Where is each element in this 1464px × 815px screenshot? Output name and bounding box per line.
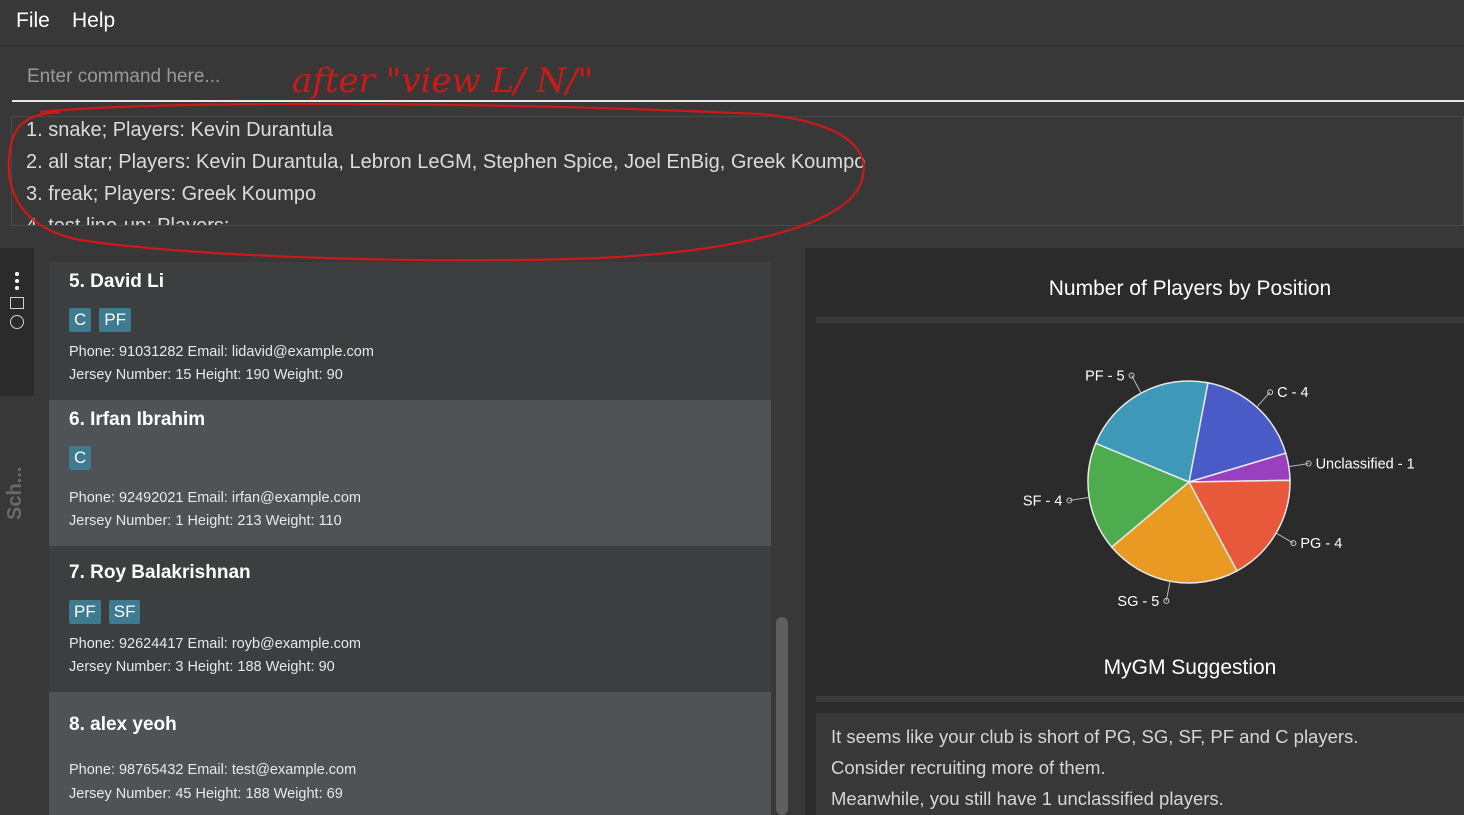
suggestion-line: It seems like your club is short of PG, …	[831, 726, 1359, 747]
player-contact: Phone: 92492021 Email: irfan@example.com	[69, 490, 361, 506]
player-contact: Phone: 91031282 Email: lidavid@example.c…	[69, 344, 374, 360]
position-tag: SF	[108, 600, 141, 624]
position-pie-chart: C - 4 Unclassified - 1 PG - 4 SG - 5 SF - 4 P…	[1023, 368, 1415, 610]
result-line: 1. snake; Players: Kevin Durantula	[26, 119, 333, 141]
pie-slice-label: Unclassified - 1	[1316, 457, 1415, 473]
menu-help[interactable]: Help	[72, 9, 115, 33]
result-line: 3. freak; Players: Greek Koumpo	[26, 183, 317, 205]
chart-title-divider	[816, 317, 1464, 323]
player-stats: Jersey Number: 45 Height: 188 Weight: 69	[69, 786, 343, 802]
pie-slice-label: SG - 5	[1117, 594, 1159, 610]
position-tag: C	[69, 308, 92, 332]
player-card[interactable]: 7. Roy Balakrishnan PF SF Phone: 9262441…	[49, 546, 771, 692]
pie-slice-label: C - 4	[1277, 385, 1308, 401]
player-stats: Jersey Number: 15 Height: 190 Weight: 90	[69, 367, 343, 383]
player-list[interactable]: 5. David Li C PF Phone: 91031282 Email: …	[49, 262, 771, 815]
command-placeholder: Enter command here...	[27, 66, 221, 87]
suggestion-box: It seems like your club is short of PG, …	[816, 713, 1464, 815]
pie-slice-label: PG - 4	[1300, 536, 1342, 552]
chart-title: Number of Players by Position	[1048, 277, 1332, 300]
result-line: 4. test line-up; Players:	[26, 215, 230, 226]
sidebar-inactive-tab[interactable]	[0, 396, 34, 815]
player-card[interactable]: 5. David Li C PF Phone: 91031282 Email: …	[49, 262, 771, 408]
player-icon	[10, 315, 24, 329]
command-input[interactable]: Enter command here...	[12, 56, 1464, 102]
menu-bar: File Help	[0, 0, 1464, 46]
pie-slice-label: PF - 5	[1085, 368, 1124, 384]
pie-leader-line	[1131, 375, 1142, 394]
position-tag: PF	[69, 600, 101, 624]
position-tag: PF	[99, 308, 132, 332]
position-tags: C	[69, 446, 92, 470]
player-card[interactable]: 6. Irfan Ibrahim C Phone: 92492021 Email…	[49, 400, 771, 546]
menu-file[interactable]: File	[16, 9, 50, 33]
position-tags: C PF	[69, 308, 132, 332]
position-tags: PF SF	[69, 600, 141, 624]
result-line: 2. all star; Players: Kevin Durantula, L…	[26, 151, 866, 173]
pie-leader-line	[1256, 391, 1271, 408]
command-area: Enter command here...	[0, 46, 1464, 108]
suggestion-line: Consider recruiting more of them.	[831, 757, 1106, 778]
suggestion-title: MyGM Suggestion	[1103, 656, 1277, 679]
pie-slice-label: SF - 4	[1023, 493, 1062, 509]
player-name: 7. Roy Balakrishnan	[69, 562, 251, 583]
player-stats: Jersey Number: 3 Height: 188 Weight: 90	[69, 659, 335, 675]
schedule-tab-label[interactable]: Sch...	[4, 467, 27, 520]
player-contact: Phone: 98765432 Email: test@example.com	[69, 762, 357, 778]
pie-label-marker	[1290, 540, 1297, 547]
window-icon	[10, 297, 24, 309]
suggestion-line: Meanwhile, you still have 1 unclassified…	[831, 788, 1224, 809]
scrollbar-thumb[interactable]	[776, 617, 788, 815]
player-name: 5. David Li	[69, 271, 165, 292]
player-name: 8. alex yeoh	[69, 714, 177, 735]
player-name: 6. Irfan Ibrahim	[69, 409, 206, 430]
suggestion-divider	[816, 696, 1464, 702]
player-card[interactable]: 8. alex yeoh Phone: 98765432 Email: test…	[49, 692, 771, 815]
player-contact: Phone: 92624417 Email: royb@example.com	[69, 636, 361, 652]
player-stats: Jersey Number: 1 Height: 213 Weight: 110	[69, 513, 342, 529]
result-display[interactable]: 1. snake; Players: Kevin Durantula 2. al…	[11, 116, 1464, 226]
position-tag: C	[69, 446, 92, 470]
more-options-icon[interactable]	[14, 272, 19, 293]
